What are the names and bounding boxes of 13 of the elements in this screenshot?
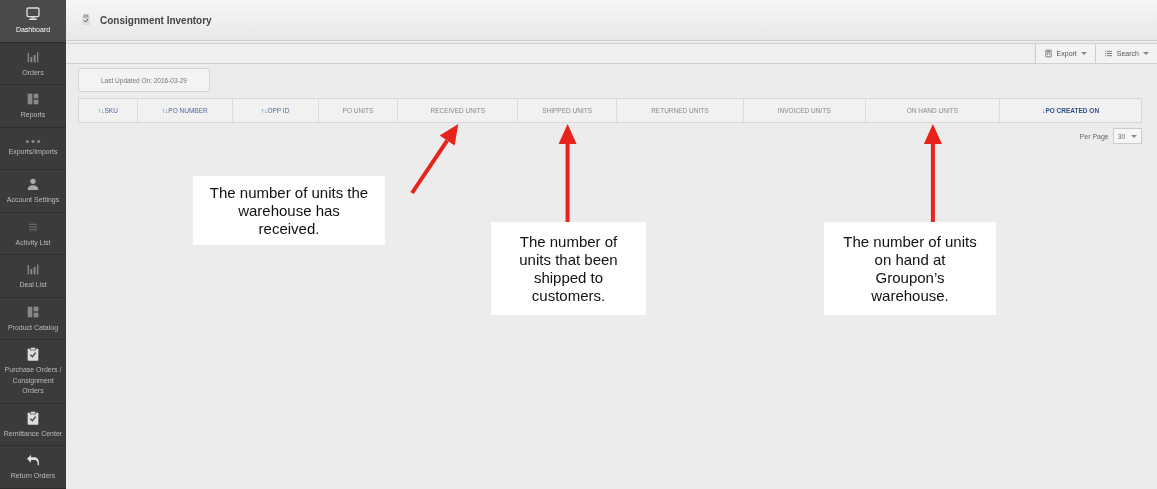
clipboard-icon — [25, 409, 41, 426]
dots-icon — [25, 139, 41, 145]
arrow — [410, 124, 459, 195]
callout-note: The number of units the warehouse has received. — [193, 176, 385, 245]
clipboard-icon — [25, 346, 41, 363]
page-title: Consignment Inventory — [100, 14, 212, 26]
list-icon — [1103, 49, 1113, 58]
person-icon — [25, 176, 41, 193]
callout-note: The number of units that been shipped to customers. — [491, 222, 646, 315]
calculator-icon — [1043, 49, 1053, 58]
monitor-icon — [25, 6, 41, 22]
clipboard-icon — [80, 14, 92, 26]
callout-note: The number of units on hand at Groupon’s warehouse. — [824, 222, 996, 315]
